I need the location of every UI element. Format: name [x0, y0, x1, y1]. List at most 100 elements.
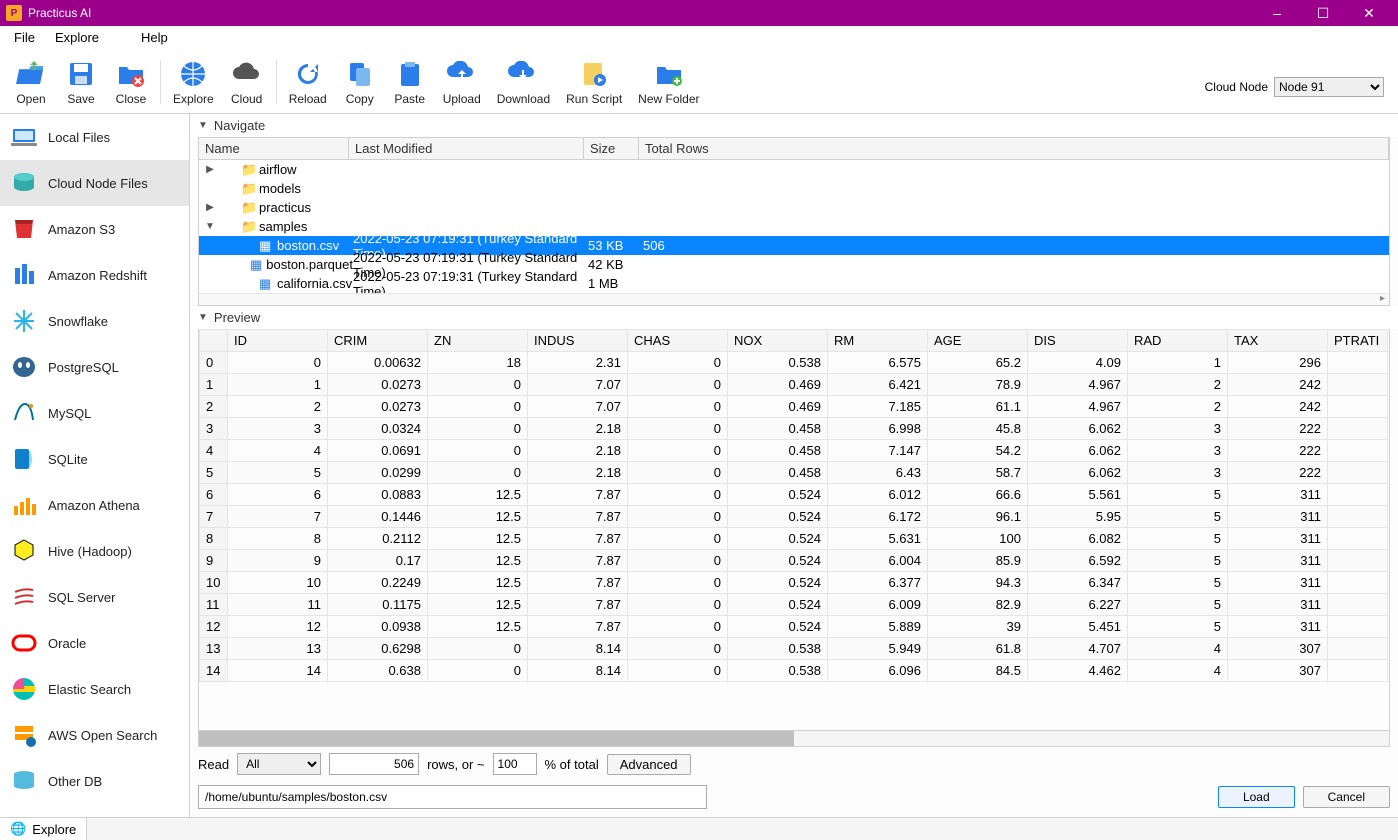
grid-col-DIS[interactable]: DIS	[1028, 330, 1128, 352]
save-button[interactable]: Save	[60, 56, 102, 108]
grid-col-ZN[interactable]: ZN	[428, 330, 528, 352]
grid-row[interactable]: 990.1712.57.8700.5246.00485.96.5925311	[200, 550, 1388, 572]
menu-explore[interactable]: Explore	[45, 28, 109, 47]
grid-row[interactable]: 11110.117512.57.8700.5246.00982.96.22753…	[200, 594, 1388, 616]
path-input[interactable]	[198, 785, 707, 809]
nav-folder[interactable]: ▶📁airflow	[199, 160, 1389, 179]
maximize-button[interactable]: ☐	[1300, 0, 1346, 26]
grid-row[interactable]: 660.088312.57.8700.5246.01266.65.5615311	[200, 484, 1388, 506]
grid-cell: 4.707	[1028, 638, 1128, 660]
grid-col-ID[interactable]: ID	[228, 330, 328, 352]
preview-hscrollbar[interactable]	[198, 731, 1390, 747]
sidebar-item-cloud-node-files[interactable]: Cloud Node Files	[0, 160, 189, 206]
grid-col-RAD[interactable]: RAD	[1128, 330, 1228, 352]
sidebar-item-local-files[interactable]: Local Files	[0, 114, 189, 160]
globe-icon: 🌐	[10, 821, 26, 837]
reload-button[interactable]: Reload	[285, 56, 331, 108]
sidebar-item-postgresql[interactable]: PostgreSQL	[0, 344, 189, 390]
advanced-button[interactable]: Advanced	[607, 754, 691, 775]
grid-row[interactable]: 880.211212.57.8700.5245.6311006.0825311	[200, 528, 1388, 550]
close-window-button[interactable]: ✕	[1346, 0, 1392, 26]
copy-button[interactable]: Copy	[339, 56, 381, 108]
path-bar: Load Cancel	[190, 781, 1398, 817]
tab-explore[interactable]: 🌐 Explore	[0, 818, 87, 840]
grid-row[interactable]: 12120.093812.57.8700.5245.889395.4515311	[200, 616, 1388, 638]
grid-col-PTRATI[interactable]: PTRATI	[1328, 330, 1388, 352]
preview-grid[interactable]: IDCRIMZNINDUSCHASNOXRMAGEDISRADTAXPTRATI…	[198, 329, 1390, 731]
run-script-button[interactable]: Run Script	[562, 56, 626, 108]
preview-header[interactable]: ▼ Preview	[190, 306, 1398, 329]
grid-cell: 0.1175	[328, 594, 428, 616]
sidebar-item-amazon-s3[interactable]: Amazon S3	[0, 206, 189, 252]
menu-file[interactable]: File	[4, 28, 45, 47]
grid-row[interactable]: 14140.63808.1400.5386.09684.54.4624307	[200, 660, 1388, 682]
open-button[interactable]: Open	[10, 56, 52, 108]
col-total-rows[interactable]: Total Rows	[639, 138, 1389, 159]
rows-or-label: rows, or ~	[427, 757, 484, 772]
grid-cell	[1328, 396, 1388, 418]
navigate-columns: Name Last Modified Size Total Rows	[199, 138, 1389, 160]
sidebar-item-amazon-athena[interactable]: Amazon Athena	[0, 482, 189, 528]
sidebar-item-aws-open-search[interactable]: AWS Open Search	[0, 712, 189, 758]
grid-row[interactable]: 550.029902.1800.4586.4358.76.0623222	[200, 462, 1388, 484]
grid-col-CRIM[interactable]: CRIM	[328, 330, 428, 352]
grid-cell: 0	[428, 374, 528, 396]
grid-col-INDUS[interactable]: INDUS	[528, 330, 628, 352]
grid-col-RM[interactable]: RM	[828, 330, 928, 352]
cancel-button[interactable]: Cancel	[1303, 786, 1390, 808]
close-button[interactable]: Close	[110, 56, 152, 108]
grid-row[interactable]: 770.144612.57.8700.5246.17296.15.955311	[200, 506, 1388, 528]
sidebar-item-sql-server[interactable]: SQL Server	[0, 574, 189, 620]
col-modified[interactable]: Last Modified	[349, 138, 584, 159]
cloud-button[interactable]: Cloud	[226, 56, 268, 108]
sidebar-item-hive-hadoop-[interactable]: Hive (Hadoop)	[0, 528, 189, 574]
cloud-node-dropdown[interactable]: Node 91	[1274, 77, 1384, 97]
navigate-header[interactable]: ▼ Navigate	[190, 114, 1398, 137]
grid-row[interactable]: 220.027307.0700.4697.18561.14.9672242	[200, 396, 1388, 418]
grid-col-CHAS[interactable]: CHAS	[628, 330, 728, 352]
grid-row[interactable]: 330.032402.1800.4586.99845.86.0623222	[200, 418, 1388, 440]
sidebar-item-amazon-redshift[interactable]: Amazon Redshift	[0, 252, 189, 298]
grid-row[interactable]: 000.00632182.3100.5386.57565.24.091296	[200, 352, 1388, 374]
new-folder-button[interactable]: New Folder	[634, 56, 703, 108]
grid-row[interactable]: 13130.629808.1400.5385.94961.84.7074307	[200, 638, 1388, 660]
grid-cell	[1328, 418, 1388, 440]
grid-row[interactable]: 440.069102.1800.4587.14754.26.0623222	[200, 440, 1388, 462]
nav-folder[interactable]: ▶📁practicus	[199, 198, 1389, 217]
download-button[interactable]: Download	[493, 56, 554, 108]
nav-folder[interactable]: 📁models	[199, 179, 1389, 198]
sidebar-item-elastic-search[interactable]: Elastic Search	[0, 666, 189, 712]
read-mode-select[interactable]: All	[237, 753, 321, 775]
nav-scrollbar[interactable]	[199, 293, 1389, 305]
grid-cell: 12.5	[428, 616, 528, 638]
grid-col-TAX[interactable]: TAX	[1228, 330, 1328, 352]
explore-button[interactable]: Explore	[169, 56, 218, 108]
expand-icon: ▼	[203, 221, 217, 232]
grid-cell: 4.09	[1028, 352, 1128, 374]
grid-cell: 6.062	[1028, 418, 1128, 440]
menu-help[interactable]: Help	[131, 28, 178, 47]
upload-button[interactable]: Upload	[439, 56, 485, 108]
grid-cell: 222	[1228, 418, 1328, 440]
sidebar-item-sqlite[interactable]: SQLite	[0, 436, 189, 482]
rows-input[interactable]	[329, 753, 419, 775]
nav-file[interactable]: ▦california.csv2022-05-23 07:19:31 (Turk…	[199, 274, 1389, 293]
pct-input[interactable]	[493, 753, 537, 775]
grid-row[interactable]: 110.027307.0700.4696.42178.94.9672242	[200, 374, 1388, 396]
sidebar-item-snowflake[interactable]: Snowflake	[0, 298, 189, 344]
load-button[interactable]: Load	[1218, 786, 1295, 808]
grid-col-AGE[interactable]: AGE	[928, 330, 1028, 352]
col-name[interactable]: Name	[199, 138, 349, 159]
sidebar-item-mysql[interactable]: MySQL	[0, 390, 189, 436]
sidebar-item-oracle[interactable]: Oracle	[0, 620, 189, 666]
minimize-button[interactable]: –	[1254, 0, 1300, 26]
paste-button[interactable]: Paste	[389, 56, 431, 108]
sidebar-item-other-db[interactable]: Other DB	[0, 758, 189, 804]
grid-col-NOX[interactable]: NOX	[728, 330, 828, 352]
col-size[interactable]: Size	[584, 138, 639, 159]
grid-cell: 2	[228, 396, 328, 418]
grid-cell: 7.87	[528, 616, 628, 638]
nav-name: boston.csv	[277, 238, 339, 253]
hive-icon	[10, 537, 38, 565]
grid-row[interactable]: 10100.224912.57.8700.5246.37794.36.34753…	[200, 572, 1388, 594]
